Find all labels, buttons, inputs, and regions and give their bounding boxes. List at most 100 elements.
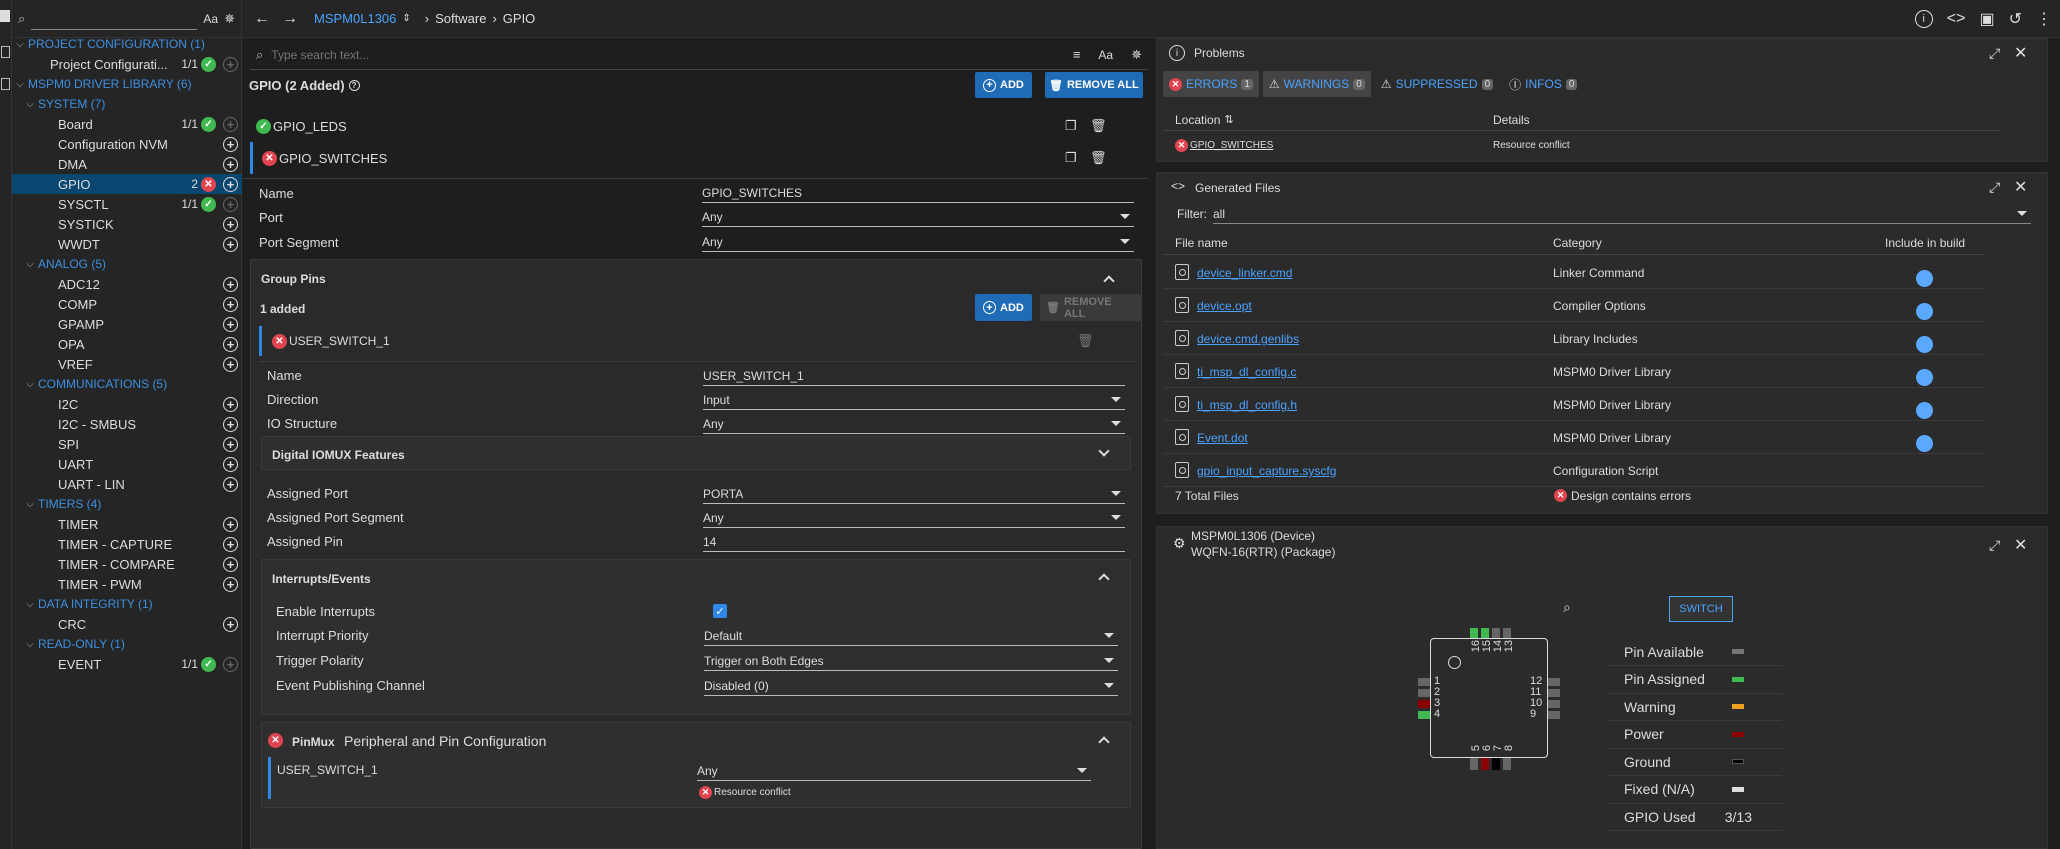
name-field[interactable]: GPIO_SWITCHES bbox=[702, 183, 1134, 203]
close-icon[interactable]: ✕ bbox=[2014, 535, 2027, 555]
sidebar-item-adc12[interactable]: ADC12 + bbox=[12, 274, 242, 294]
instance-row-gpio-switches[interactable]: ✕ GPIO_SWITCHES ❐ 🗑︎ bbox=[250, 142, 1148, 174]
maximize-icon[interactable]: ⤢ bbox=[1989, 45, 2000, 62]
assigned-pin-field[interactable]: 14 bbox=[703, 532, 1125, 552]
sidebar-item-sysctl[interactable]: SYSCTL 1/1 ✓ + bbox=[12, 194, 242, 214]
add-icon[interactable]: + bbox=[223, 57, 238, 72]
device-select-icon[interactable]: ⇕ bbox=[402, 13, 410, 24]
remove-all-instances-button[interactable]: 🗑︎ REMOVE ALL bbox=[1045, 72, 1143, 98]
package-pin-right[interactable] bbox=[1548, 689, 1560, 697]
forward-arrow-icon[interactable]: → bbox=[282, 10, 298, 28]
sidebar-item-gpamp[interactable]: GPAMP + bbox=[12, 314, 242, 334]
file-row[interactable]: gpio_input_capture.syscfg Configuration … bbox=[1163, 455, 1985, 487]
package-pin-right[interactable] bbox=[1548, 678, 1560, 686]
sidebar-item-vref[interactable]: VREF + bbox=[12, 354, 242, 374]
sidebar-item-gpio[interactable]: GPIO 2 ✕ + bbox=[12, 174, 242, 194]
pin-name-field[interactable]: USER_SWITCH_1 bbox=[703, 366, 1125, 386]
io-structure-select[interactable]: Any bbox=[703, 414, 1125, 434]
file-name[interactable]: device.opt bbox=[1197, 299, 1252, 313]
breadcrumb-module[interactable]: GPIO bbox=[503, 11, 536, 26]
history-icon[interactable]: ↺ bbox=[2009, 9, 2022, 29]
file-name[interactable]: device_linker.cmd bbox=[1197, 266, 1292, 280]
maximize-icon[interactable]: ⤢ bbox=[1989, 537, 2000, 554]
section-system[interactable]: ⌵ SYSTEM (7) bbox=[12, 94, 242, 114]
package-pin-bottom[interactable] bbox=[1481, 758, 1489, 770]
tab-infos[interactable]: ⓘ INFOS 0 bbox=[1503, 71, 1583, 97]
sidebar-item-configuration-nvm[interactable]: Configuration NVM + bbox=[12, 134, 242, 154]
package-pin-top[interactable] bbox=[1470, 628, 1478, 638]
col-location[interactable]: Location bbox=[1175, 113, 1220, 127]
delete-icon[interactable]: 🗑︎ bbox=[1090, 150, 1107, 166]
section-analog[interactable]: ⌵ ANALOG (5) bbox=[12, 254, 242, 274]
back-arrow-icon[interactable]: ← bbox=[254, 10, 270, 28]
port-select[interactable]: Any bbox=[702, 207, 1134, 227]
sidebar-item-dma[interactable]: DMA + bbox=[12, 154, 242, 174]
regex-icon[interactable]: ✵ bbox=[1131, 47, 1142, 63]
copy-icon[interactable]: ❐ bbox=[1065, 118, 1077, 134]
port-segment-select[interactable]: Any bbox=[702, 232, 1134, 252]
sidebar-item-timer-pwm[interactable]: TIMER - PWM + bbox=[12, 574, 242, 594]
delete-icon[interactable]: 🗑︎ bbox=[1077, 333, 1094, 349]
delete-icon[interactable]: 🗑︎ bbox=[1090, 118, 1107, 134]
tab-suppressed[interactable]: ⚠ SUPPRESSED 0 bbox=[1375, 71, 1499, 97]
event-channel-select[interactable]: Disabled (0) bbox=[704, 676, 1118, 696]
package-pin-left[interactable] bbox=[1418, 689, 1430, 697]
collapse-icon[interactable] bbox=[1098, 573, 1110, 585]
iomux-panel[interactable]: Digital IOMUX Features bbox=[261, 436, 1131, 470]
maximize-icon[interactable]: ⤢ bbox=[1989, 179, 2000, 196]
pin-row-user-switch-1[interactable]: ✕ USER_SWITCH_1 🗑︎ bbox=[259, 326, 1135, 356]
sidebar-item-systick[interactable]: SYSTICK + bbox=[12, 214, 242, 234]
sidebar-item-uart[interactable]: UART + bbox=[12, 454, 242, 474]
add-icon[interactable]: + bbox=[223, 137, 238, 152]
regex-icon[interactable]: ✵ bbox=[224, 11, 235, 27]
center-search-input[interactable] bbox=[271, 47, 1065, 62]
problem-location[interactable]: GPIO_SWITCHES bbox=[1190, 140, 1273, 151]
help-icon[interactable]: ? bbox=[348, 80, 360, 91]
tab-warnings[interactable]: ⚠ WARNINGS 0 bbox=[1262, 71, 1371, 97]
interrupt-priority-select[interactable]: Default bbox=[704, 626, 1118, 646]
collapse-icon[interactable] bbox=[1098, 736, 1110, 748]
package-pin-left[interactable] bbox=[1418, 678, 1430, 686]
list-icon[interactable]: ≡ bbox=[1073, 47, 1081, 62]
file-name[interactable]: Event.dot bbox=[1197, 431, 1248, 445]
add-icon[interactable]: + bbox=[223, 537, 238, 552]
collapse-icon[interactable] bbox=[1103, 275, 1115, 287]
match-case-toggle[interactable]: Aa bbox=[203, 12, 218, 26]
add-icon[interactable]: + bbox=[223, 337, 238, 352]
package-pin-left[interactable] bbox=[1418, 711, 1430, 719]
add-icon[interactable]: + bbox=[223, 177, 238, 192]
file-row[interactable]: Event.dot MSPM0 Driver Library bbox=[1163, 422, 1985, 454]
file-name[interactable]: ti_msp_dl_config.h bbox=[1197, 398, 1297, 412]
sidebar-search-input[interactable] bbox=[31, 8, 198, 30]
add-icon[interactable]: + bbox=[223, 577, 238, 592]
add-icon[interactable]: + bbox=[223, 417, 238, 432]
filter-select[interactable]: all bbox=[1213, 204, 2031, 224]
add-icon[interactable]: + bbox=[223, 237, 238, 252]
file-row[interactable]: device.cmd.genlibs Library Includes bbox=[1163, 323, 1985, 355]
add-icon[interactable]: + bbox=[223, 117, 238, 132]
sidebar-item-timer-capture[interactable]: TIMER - CAPTURE + bbox=[12, 534, 242, 554]
add-pin-button[interactable]: + ADD bbox=[975, 294, 1032, 321]
add-icon[interactable]: + bbox=[223, 297, 238, 312]
add-icon[interactable]: + bbox=[223, 317, 238, 332]
sidebar-item-event[interactable]: EVENT 1/1 ✓ + bbox=[12, 654, 242, 674]
close-icon[interactable]: ✕ bbox=[2014, 177, 2027, 197]
add-icon[interactable]: + bbox=[223, 217, 238, 232]
package-pin-top[interactable] bbox=[1492, 628, 1500, 638]
sidebar-item-board[interactable]: Board 1/1 ✓ + bbox=[12, 114, 242, 134]
package-pin-bottom[interactable] bbox=[1492, 758, 1500, 770]
chip-icon[interactable]: ▣ bbox=[1979, 9, 1994, 29]
match-case-toggle[interactable]: Aa bbox=[1098, 48, 1113, 62]
more-icon[interactable]: ⋮ bbox=[2036, 9, 2052, 29]
remove-all-pins-button[interactable]: 🗑︎ REMOVE ALL bbox=[1040, 294, 1141, 321]
package-pin-bottom[interactable] bbox=[1503, 758, 1511, 770]
add-icon[interactable]: + bbox=[223, 397, 238, 412]
pinmux-select[interactable]: Any bbox=[697, 761, 1091, 781]
assigned-segment-select[interactable]: Any bbox=[703, 508, 1125, 528]
file-name[interactable]: gpio_input_capture.syscfg bbox=[1197, 464, 1336, 478]
package-pin-top[interactable] bbox=[1503, 628, 1511, 638]
instance-row-gpio-leds[interactable]: ✓ GPIO_LEDS ❐ 🗑︎ bbox=[250, 111, 1148, 141]
add-icon[interactable]: + bbox=[223, 657, 238, 672]
add-icon[interactable]: + bbox=[223, 437, 238, 452]
add-icon[interactable]: + bbox=[223, 477, 238, 492]
